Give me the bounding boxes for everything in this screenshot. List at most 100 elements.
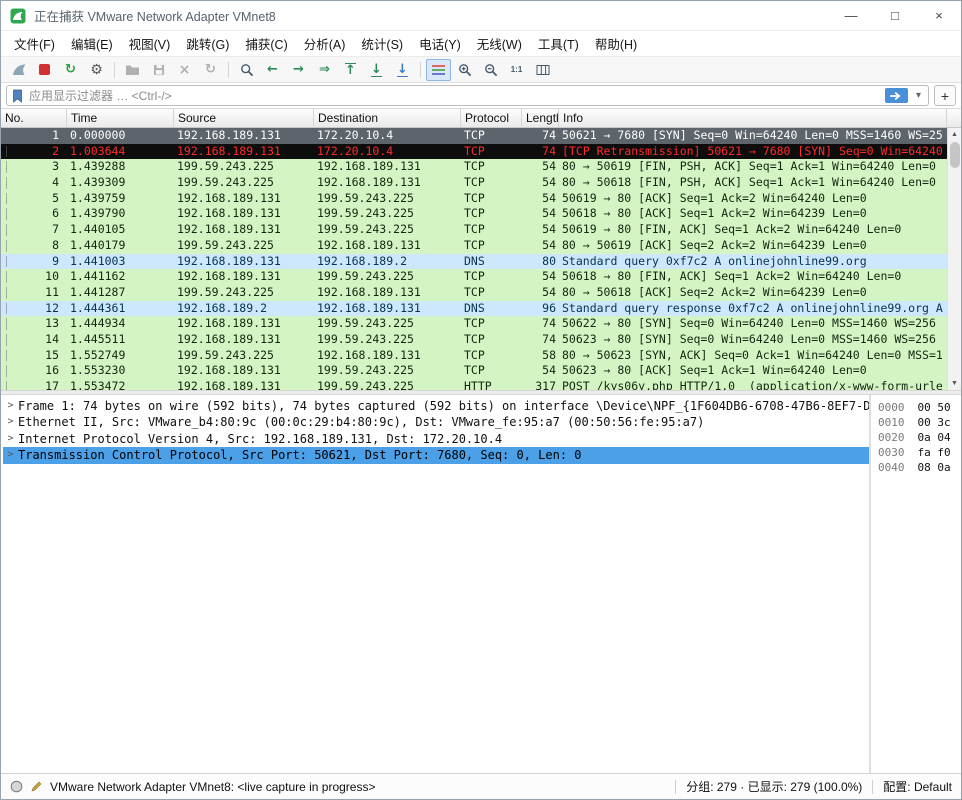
resize-columns-icon[interactable]: [530, 59, 555, 81]
column-header-time[interactable]: Time: [67, 109, 174, 127]
packet-cell-dst: 192.168.189.131: [314, 285, 461, 301]
packet-row[interactable]: 101.441162192.168.189.131199.59.243.225T…: [1, 269, 947, 285]
hex-line[interactable]: 0030fa f0: [878, 445, 961, 460]
go-last-icon[interactable]: ↓: [364, 59, 389, 81]
packet-row[interactable]: 151.552749199.59.243.225192.168.189.131T…: [1, 348, 947, 364]
bookmark-icon[interactable]: [12, 89, 23, 103]
find-packet-icon[interactable]: [234, 59, 259, 81]
filter-input[interactable]: 应用显示过滤器 … <Ctrl-/> ▾: [6, 85, 929, 106]
restart-capture-icon[interactable]: ↻: [58, 59, 83, 81]
packet-cell-dst: 199.59.243.225: [314, 191, 461, 207]
filter-dropdown-caret[interactable]: ▾: [914, 90, 923, 101]
go-back-icon[interactable]: ←: [260, 59, 285, 81]
capture-comment-icon[interactable]: [30, 780, 43, 793]
column-header-proto[interactable]: Protocol: [461, 109, 522, 127]
menu-view[interactable]: 视图(V): [121, 34, 179, 53]
auto-scroll-icon[interactable]: ↓: [390, 59, 415, 81]
zoom-out-icon[interactable]: [478, 59, 503, 81]
packet-cell-no: 14: [1, 332, 67, 348]
colorize-icon[interactable]: [426, 59, 451, 81]
menu-telephony[interactable]: 电话(Y): [411, 34, 469, 53]
open-file-icon[interactable]: [120, 59, 145, 81]
status-bar: VMware Network Adapter VMnet8: <live cap…: [1, 773, 961, 799]
packet-row[interactable]: 81.440179199.59.243.225192.168.189.131TC…: [1, 238, 947, 254]
menu-file[interactable]: 文件(F): [6, 34, 63, 53]
packet-cell-src: 192.168.189.131: [174, 144, 314, 160]
packet-row[interactable]: 131.444934192.168.189.131199.59.243.225T…: [1, 316, 947, 332]
hex-bytes: 08 0a: [918, 460, 951, 475]
minimize-button[interactable]: —: [829, 1, 873, 30]
column-header-info[interactable]: Info: [559, 109, 947, 127]
reload-file-icon[interactable]: ↻: [198, 59, 223, 81]
hex-line[interactable]: 00200a 04: [878, 430, 961, 445]
hex-line[interactable]: 000000 50: [878, 400, 961, 415]
packet-row[interactable]: 21.003644192.168.189.131172.20.10.4TCP74…: [1, 144, 947, 160]
menu-help[interactable]: 帮助(H): [587, 34, 645, 53]
expert-info-icon[interactable]: [10, 780, 23, 793]
scrollbar-thumb[interactable]: [950, 142, 960, 168]
packet-cell-no: 7: [1, 222, 67, 238]
packet-row[interactable]: 121.444361192.168.189.2192.168.189.131DN…: [1, 301, 947, 317]
menu-tools[interactable]: 工具(T): [530, 34, 587, 53]
column-header-len[interactable]: Length: [522, 109, 559, 127]
expand-chevron-icon[interactable]: >: [3, 398, 18, 414]
packet-cell-src: 199.59.243.225: [174, 348, 314, 364]
go-first-icon[interactable]: ↑: [338, 59, 363, 81]
packet-cell-info: 50621 → 7680 [SYN] Seq=0 Win=64240 Len=0…: [559, 128, 947, 144]
maximize-button[interactable]: □: [873, 1, 917, 30]
close-file-icon[interactable]: ×: [172, 59, 197, 81]
menu-edit[interactable]: 编辑(E): [63, 34, 121, 53]
go-forward-icon[interactable]: →: [286, 59, 311, 81]
column-header-dst[interactable]: Destination: [314, 109, 461, 127]
stop-capture-icon[interactable]: [32, 59, 57, 81]
packet-row[interactable]: 111.441287199.59.243.225192.168.189.131T…: [1, 285, 947, 301]
hex-line[interactable]: 001000 3c: [878, 415, 961, 430]
detail-line[interactable]: >Internet Protocol Version 4, Src: 192.1…: [3, 431, 869, 447]
go-to-packet-icon[interactable]: ⇒: [312, 59, 337, 81]
menu-wireless[interactable]: 无线(W): [469, 34, 530, 53]
menu-analyze[interactable]: 分析(A): [296, 34, 354, 53]
packet-row[interactable]: 171.553472192.168.189.131199.59.243.225H…: [1, 379, 947, 390]
packet-cell-info: 50622 → 80 [SYN] Seq=0 Win=64240 Len=0 M…: [559, 316, 947, 332]
close-button[interactable]: ×: [917, 1, 961, 30]
expand-chevron-icon[interactable]: >: [3, 447, 18, 463]
packet-row[interactable]: 51.439759192.168.189.131199.59.243.225TC…: [1, 191, 947, 207]
packet-cell-no: 3: [1, 159, 67, 175]
packet-cell-time: 1.553230: [67, 363, 174, 379]
column-header-src[interactable]: Source: [174, 109, 314, 127]
packet-list-scrollbar[interactable]: ▲ ▼: [947, 128, 961, 390]
packet-row[interactable]: 71.440105192.168.189.131199.59.243.225TC…: [1, 222, 947, 238]
menu-go[interactable]: 跳转(G): [178, 34, 237, 53]
expand-chevron-icon[interactable]: >: [3, 414, 18, 430]
lower-panes: >Frame 1: 74 bytes on wire (592 bits), 7…: [1, 395, 961, 773]
scrollbar-up-icon[interactable]: ▲: [951, 128, 958, 141]
toolbar-separator: [420, 62, 421, 78]
filter-add-button[interactable]: +: [934, 85, 956, 106]
capture-options-icon[interactable]: ⚙: [84, 59, 109, 81]
detail-line[interactable]: >Ethernet II, Src: VMware_b4:80:9c (00:0…: [3, 414, 869, 430]
packet-row[interactable]: 161.553230192.168.189.131199.59.243.225T…: [1, 363, 947, 379]
detail-line[interactable]: >Transmission Control Protocol, Src Port…: [3, 447, 869, 463]
packet-row[interactable]: 31.439288199.59.243.225192.168.189.131TC…: [1, 159, 947, 175]
hex-bytes: 0a 04: [918, 430, 951, 445]
expand-chevron-icon[interactable]: >: [3, 431, 18, 447]
zoom-in-icon[interactable]: [452, 59, 477, 81]
packet-row[interactable]: 10.000000192.168.189.131172.20.10.4TCP74…: [1, 128, 947, 144]
start-capture-icon[interactable]: [6, 59, 31, 81]
detail-line[interactable]: >Frame 1: 74 bytes on wire (592 bits), 7…: [3, 398, 869, 414]
menu-capture[interactable]: 捕获(C): [237, 34, 295, 53]
packet-row[interactable]: 91.441003192.168.189.131192.168.189.2DNS…: [1, 254, 947, 270]
packet-row[interactable]: 141.445511192.168.189.131199.59.243.225T…: [1, 332, 947, 348]
filter-apply-button[interactable]: [885, 88, 908, 103]
save-file-icon[interactable]: [146, 59, 171, 81]
scrollbar-down-icon[interactable]: ▼: [951, 377, 958, 390]
zoom-original-icon[interactable]: 1:1: [504, 59, 529, 81]
column-header-no[interactable]: No.: [1, 109, 67, 127]
menu-statistics[interactable]: 统计(S): [353, 34, 411, 53]
hex-line[interactable]: 004008 0a: [878, 460, 961, 475]
wireshark-window: 正在捕获 VMware Network Adapter VMnet8 — □ ×…: [0, 0, 962, 800]
profile-text[interactable]: 配置: Default: [883, 778, 952, 795]
packet-row[interactable]: 41.439309199.59.243.225192.168.189.131TC…: [1, 175, 947, 191]
packet-row[interactable]: 61.439790192.168.189.131199.59.243.225TC…: [1, 206, 947, 222]
packet-cell-info: 80 → 50619 [ACK] Seq=2 Ack=2 Win=64239 L…: [559, 238, 947, 254]
